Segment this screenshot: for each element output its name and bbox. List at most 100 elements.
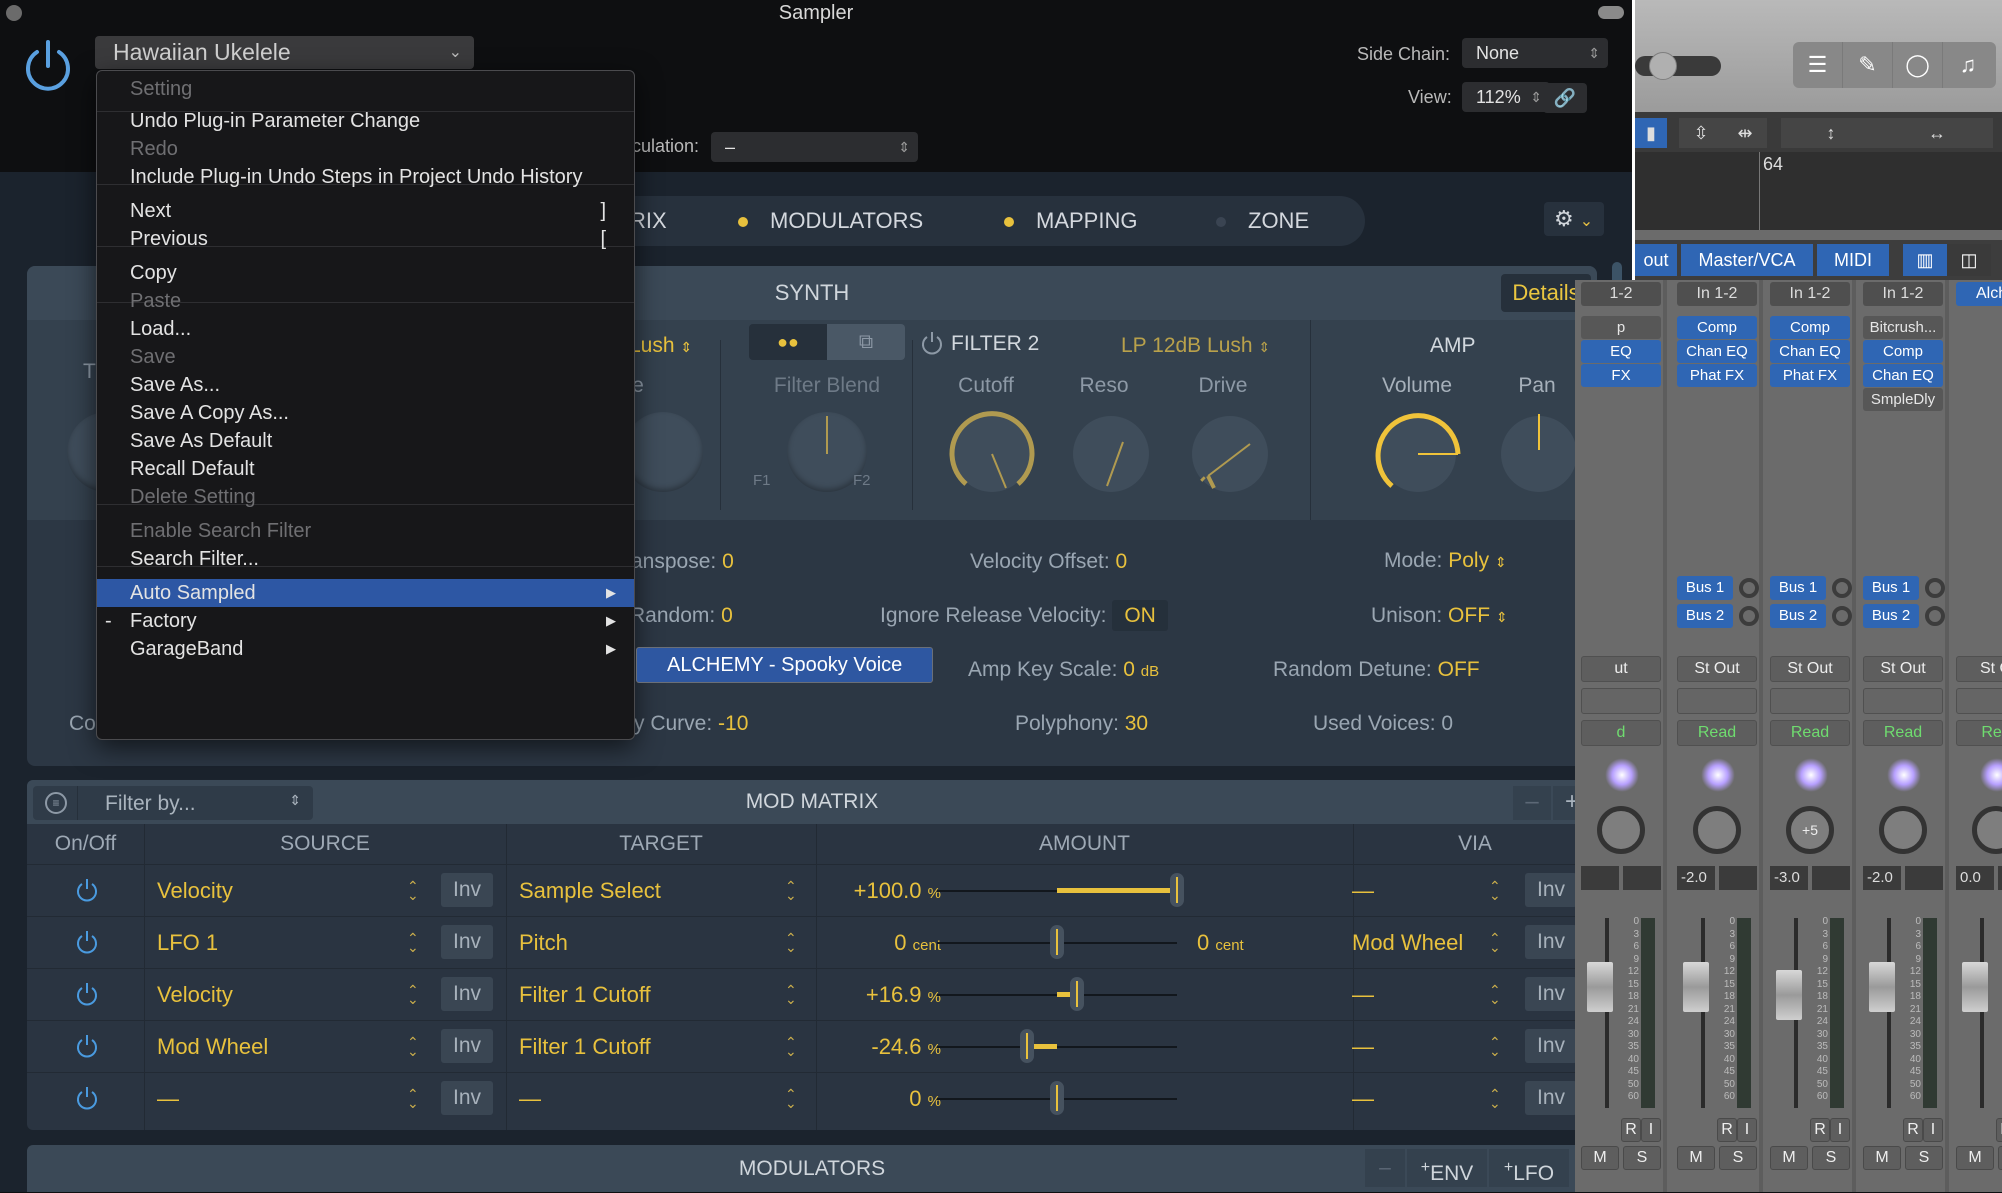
amount-slider-thumb[interactable] bbox=[1050, 925, 1064, 959]
mixer-tab-midi[interactable]: MIDI bbox=[1817, 244, 1889, 276]
plugin-slot[interactable]: Comp bbox=[1677, 316, 1757, 339]
source-value[interactable]: Velocity bbox=[157, 878, 233, 904]
velocity-offset-param[interactable]: Velocity Offset: 0 bbox=[970, 550, 1127, 574]
via-value[interactable]: — bbox=[1352, 1086, 1374, 1112]
menu-item-save-a-copy-as[interactable]: Save A Copy As... bbox=[97, 399, 634, 427]
filter1-drive-knob[interactable] bbox=[623, 412, 703, 492]
solo-button[interactable]: S bbox=[1719, 1146, 1757, 1170]
output-slot[interactable]: St Out bbox=[1677, 656, 1757, 682]
menu-item-factory[interactable]: - Factory ▶ bbox=[97, 607, 634, 635]
updown-icon[interactable]: ⌃ ⌄ bbox=[1489, 931, 1501, 954]
plugin-slot[interactable]: EQ bbox=[1581, 340, 1661, 363]
updown-icon[interactable]: ⌃ ⌄ bbox=[785, 1035, 797, 1058]
pan-knob[interactable]: +5 bbox=[1786, 806, 1834, 854]
articulation-select[interactable]: – ⇕ bbox=[711, 132, 918, 162]
plugin-slot[interactable]: Bitcrush... bbox=[1863, 316, 1943, 339]
source-value[interactable]: — bbox=[157, 1086, 179, 1112]
updown-icon[interactable]: ⌃ ⌄ bbox=[785, 879, 797, 902]
volume-fader-handle[interactable] bbox=[1587, 962, 1613, 1012]
solo-button[interactable]: S bbox=[1905, 1146, 1943, 1170]
settings-gear-button[interactable]: ⚙ ⌄ bbox=[1544, 202, 1604, 236]
mixer-tab-master-vca[interactable]: Master/VCA bbox=[1681, 244, 1813, 276]
filter-parallel-icon[interactable]: ⧉ bbox=[827, 324, 905, 360]
updown-icon[interactable]: ⌃ ⌄ bbox=[785, 931, 797, 954]
plugin-slot[interactable]: FX bbox=[1581, 364, 1661, 387]
plugin-slot[interactable]: Chan EQ bbox=[1863, 364, 1943, 387]
timeline-ruler[interactable]: 64 bbox=[1635, 152, 2002, 230]
group-slot[interactable] bbox=[1956, 688, 2002, 714]
remove-row-button[interactable]: – bbox=[1513, 786, 1551, 820]
group-slot[interactable] bbox=[1863, 688, 1943, 714]
updown-icon[interactable]: ⌃ ⌄ bbox=[785, 983, 797, 1006]
volume-fader-track[interactable] bbox=[1887, 918, 1891, 1108]
row-power-icon[interactable] bbox=[75, 878, 99, 902]
plugin-slot[interactable]: Chan EQ bbox=[1770, 340, 1850, 363]
source-value[interactable]: Velocity bbox=[157, 982, 233, 1008]
updown-icon[interactable]: ⌃ ⌄ bbox=[407, 1087, 419, 1110]
notepad-icon[interactable]: ✎ bbox=[1843, 42, 1893, 88]
updown-icon[interactable]: ⌃ ⌄ bbox=[407, 1035, 419, 1058]
mode-param[interactable]: Mode: Poly ⇕ bbox=[1384, 549, 1507, 573]
send-level-knob[interactable] bbox=[1925, 606, 1945, 626]
volume-fader-handle[interactable] bbox=[1869, 962, 1895, 1012]
ignore-release-velocity-param[interactable]: Ignore Release Velocity: ON bbox=[880, 600, 1168, 631]
output-slot[interactable]: ut bbox=[1581, 656, 1661, 682]
via-value[interactable]: Mod Wheel bbox=[1352, 930, 1463, 956]
send-level-knob[interactable] bbox=[1739, 606, 1759, 626]
via-inv-button[interactable]: Inv bbox=[1525, 873, 1577, 907]
automation-mode[interactable]: d bbox=[1581, 720, 1661, 746]
filter2-power-icon[interactable] bbox=[920, 330, 944, 356]
filter2-reso-knob[interactable] bbox=[1063, 406, 1159, 502]
volume-fader-handle[interactable] bbox=[1683, 962, 1709, 1012]
volume-fader-track[interactable] bbox=[1605, 918, 1609, 1108]
waveform-zoom-icon[interactable]: ▮ bbox=[1635, 118, 1667, 148]
mixer-wide-view-icon[interactable]: ▥ bbox=[1903, 244, 1947, 276]
master-volume-handle[interactable] bbox=[1649, 52, 1677, 80]
plugin-slot[interactable]: Comp bbox=[1863, 340, 1943, 363]
random-detune-param[interactable]: Random Detune: OFF bbox=[1273, 658, 1480, 682]
tab-mapping[interactable]: MAPPING bbox=[1004, 196, 1137, 246]
input-slot[interactable]: In 1-2 bbox=[1863, 282, 1943, 306]
filter2-drive-knob[interactable] bbox=[1182, 406, 1278, 502]
source-value[interactable]: Mod Wheel bbox=[157, 1034, 268, 1060]
param-value[interactable]: ON bbox=[1112, 600, 1168, 631]
via-inv-button[interactable]: Inv bbox=[1525, 977, 1577, 1011]
view-zoom-select[interactable]: 112% ⇕ bbox=[1462, 82, 1550, 112]
target-value[interactable]: — bbox=[519, 1086, 541, 1112]
row-power-icon[interactable] bbox=[75, 1086, 99, 1110]
amount-value[interactable]: +16.9 % bbox=[827, 982, 941, 1008]
amp-volume-knob[interactable] bbox=[1370, 406, 1466, 502]
tab-zone[interactable]: ZONE bbox=[1216, 196, 1309, 246]
menu-item-garageband[interactable]: GarageBand ▶ bbox=[97, 635, 634, 663]
send-level-knob[interactable] bbox=[1832, 606, 1852, 626]
amount-slider-thumb[interactable] bbox=[1020, 1029, 1035, 1063]
record-enable-button[interactable]: R bbox=[1996, 1118, 2002, 1142]
menu-item-search-filter[interactable]: Search Filter... bbox=[97, 545, 634, 573]
via-inv-button[interactable]: Inv bbox=[1525, 1081, 1577, 1115]
plugin-slot[interactable]: SmpleDly bbox=[1863, 388, 1943, 411]
group-slot[interactable] bbox=[1770, 688, 1850, 714]
input-slot[interactable]: In 1-2 bbox=[1677, 282, 1757, 306]
velocity-curve-param[interactable]: y Curve: -10 bbox=[634, 712, 748, 736]
input-monitor-button[interactable]: I bbox=[1830, 1118, 1850, 1142]
output-slot[interactable]: St Out bbox=[1863, 656, 1943, 682]
group-slot[interactable] bbox=[1581, 688, 1661, 714]
solo-button[interactable]: S bbox=[1623, 1146, 1661, 1170]
link-icon[interactable]: 🔗 bbox=[1543, 83, 1587, 113]
via-inv-button[interactable]: Inv bbox=[1525, 1029, 1577, 1063]
source-inv-button[interactable]: Inv bbox=[441, 873, 493, 907]
record-enable-button[interactable]: R bbox=[1621, 1118, 1641, 1142]
amount-slider-thumb[interactable] bbox=[1070, 977, 1085, 1011]
master-volume-slider[interactable] bbox=[1635, 56, 1721, 76]
output-slot[interactable]: St O bbox=[1956, 656, 2002, 682]
target-value[interactable]: Pitch bbox=[519, 930, 568, 956]
send-slot[interactable]: Bus 2 bbox=[1863, 604, 1919, 628]
mute-button[interactable]: M bbox=[1581, 1146, 1619, 1170]
amount-slider-track[interactable] bbox=[937, 1046, 1177, 1048]
input-monitor-button[interactable]: I bbox=[1737, 1118, 1757, 1142]
send-level-knob[interactable] bbox=[1739, 578, 1759, 598]
group-slot[interactable] bbox=[1677, 688, 1757, 714]
target-value[interactable]: Sample Select bbox=[519, 878, 661, 904]
add-env-button[interactable]: +ENV bbox=[1407, 1149, 1487, 1187]
horizontal-zoom-slider[interactable]: ↔ bbox=[1881, 118, 1993, 148]
